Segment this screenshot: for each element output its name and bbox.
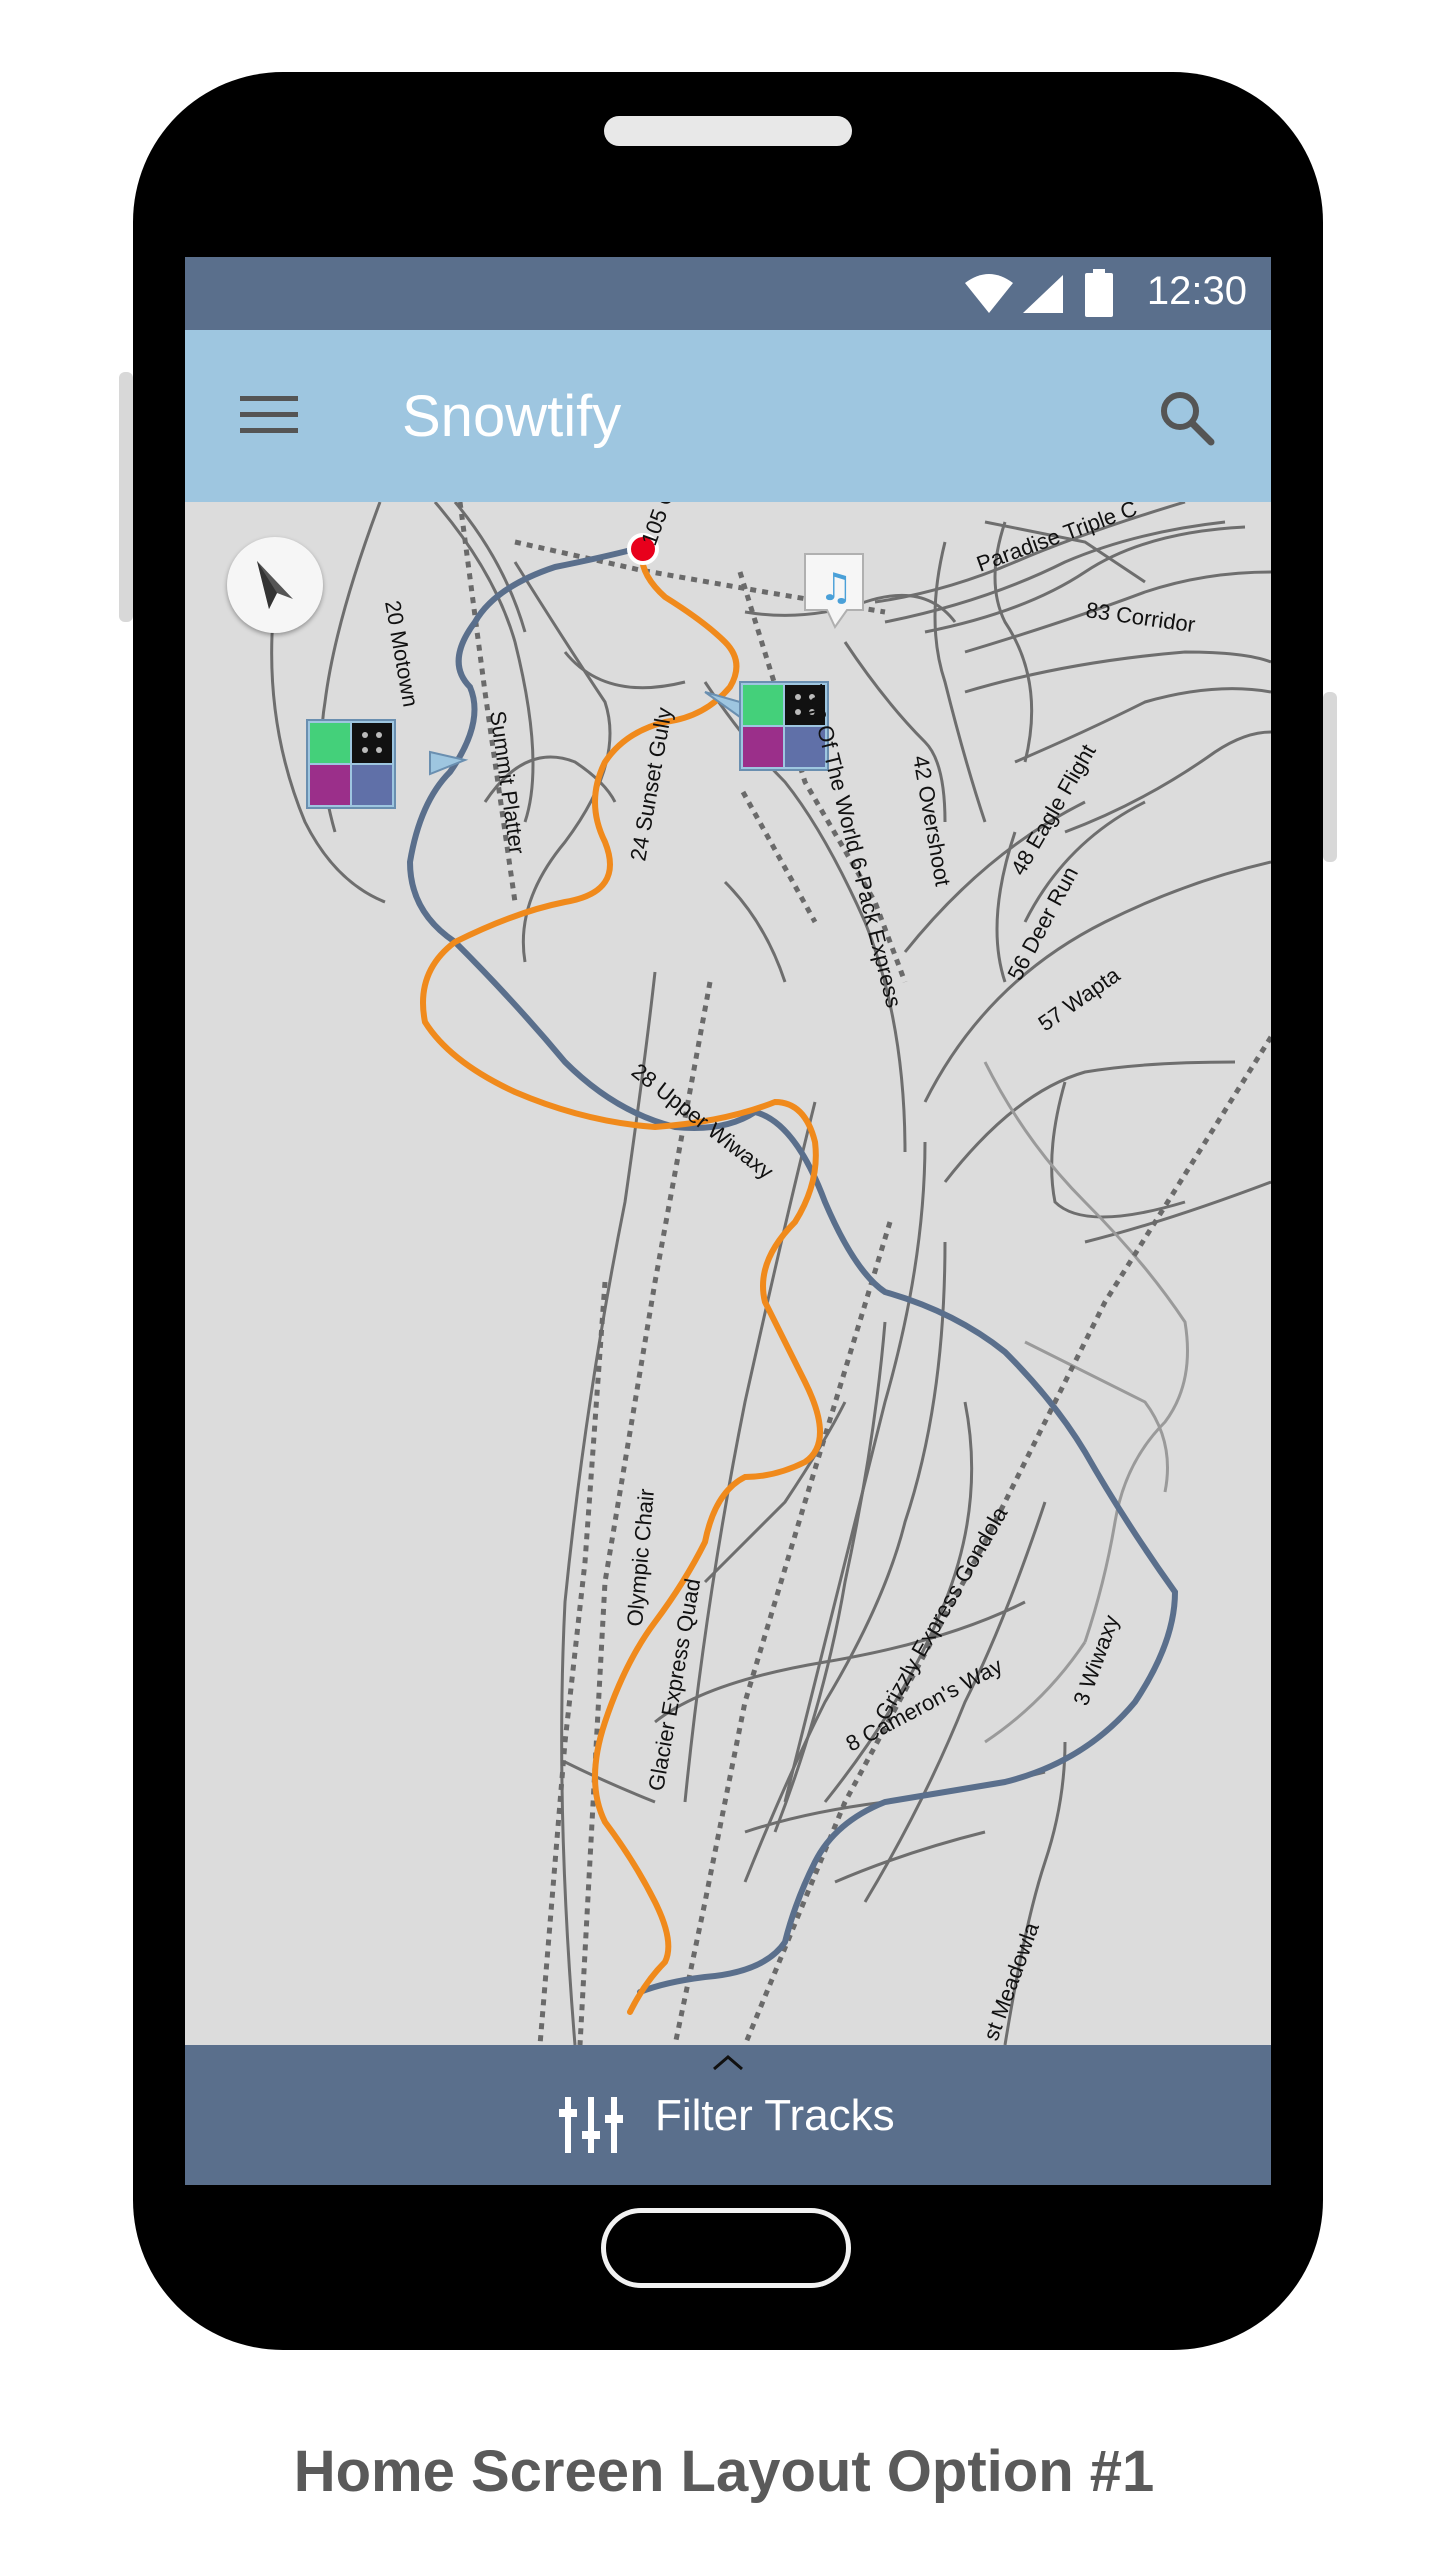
trail-map[interactable]: ♫ 105 C Paradise Triple C 83 Corridor 20… bbox=[185, 502, 1271, 2185]
menu-icon[interactable] bbox=[240, 392, 298, 438]
compass-button[interactable] bbox=[227, 537, 323, 633]
phone-speaker bbox=[604, 116, 852, 146]
app-bar: Snowtify bbox=[185, 330, 1271, 502]
battery-icon bbox=[1085, 269, 1113, 317]
map-canvas[interactable]: ♫ 105 C Paradise Triple C 83 Corridor 20… bbox=[185, 502, 1271, 2045]
svg-text:♫: ♫ bbox=[819, 565, 853, 609]
app-title: Snowtify bbox=[402, 384, 622, 449]
home-button[interactable] bbox=[601, 2208, 851, 2288]
compass-arrow-icon bbox=[257, 561, 293, 609]
side-button-left bbox=[119, 372, 133, 622]
signal-icon bbox=[1023, 275, 1063, 313]
filter-tracks-bar[interactable]: Filter Tracks bbox=[185, 2045, 1271, 2185]
filter-tracks-label: Filter Tracks bbox=[655, 2091, 895, 2140]
side-button-right bbox=[1323, 692, 1337, 862]
sliders-icon bbox=[559, 2097, 623, 2153]
chevron-up-icon[interactable] bbox=[710, 2053, 746, 2073]
screen: 12:30 Snowtify ♫ 105 C Paradise Triple C… bbox=[185, 257, 1271, 2185]
status-time: 12:30 bbox=[1146, 269, 1247, 313]
search-icon[interactable] bbox=[1157, 388, 1217, 448]
wifi-icon bbox=[965, 274, 1013, 313]
page-caption: Home Screen Layout Option #1 bbox=[293, 2439, 1155, 2504]
status-bar: 12:30 bbox=[185, 257, 1271, 330]
